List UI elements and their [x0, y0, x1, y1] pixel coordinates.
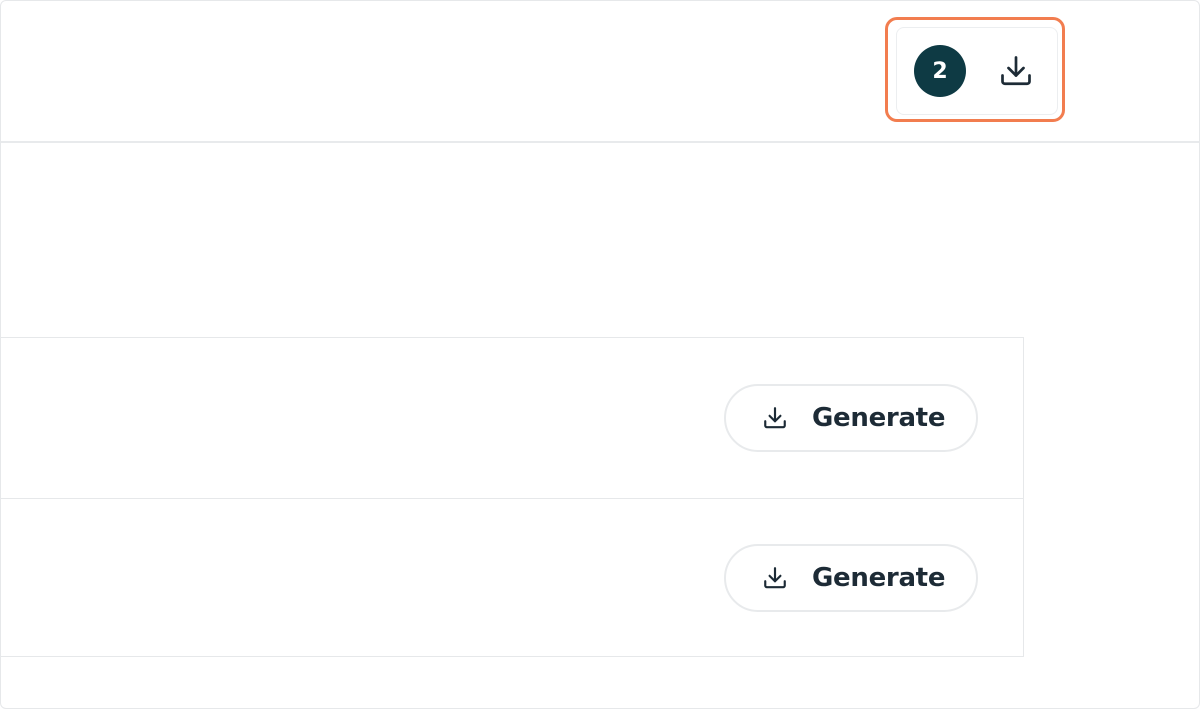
table-row: Generate — [1, 338, 1023, 499]
table-row: Generate — [1, 498, 1023, 658]
download-icon — [998, 53, 1034, 89]
generate-button-label: Generate — [812, 403, 946, 433]
generate-button[interactable]: Generate — [724, 384, 978, 452]
generate-button[interactable]: Generate — [724, 544, 978, 612]
reports-table: Generate Generate — [1, 337, 1024, 658]
downloads-count-badge: 2 — [914, 45, 966, 97]
downloads-button[interactable]: 2 — [896, 27, 1058, 115]
download-icon — [762, 405, 788, 431]
download-icon — [762, 565, 788, 591]
generate-button-label: Generate — [812, 563, 946, 593]
page-frame: 2 Generate Generate — [0, 0, 1200, 709]
top-header: 2 — [1, 1, 1199, 143]
